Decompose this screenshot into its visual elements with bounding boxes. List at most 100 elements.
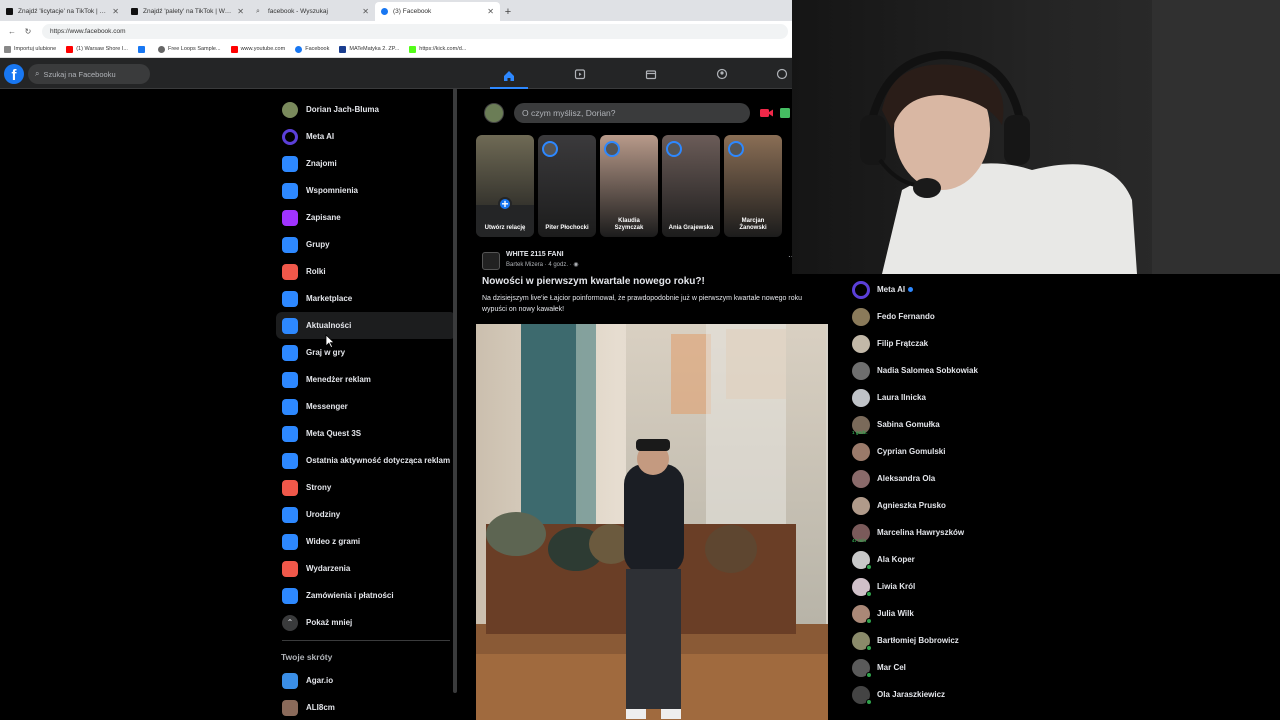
- pages-icon: [282, 479, 298, 496]
- contact-name: Agnieszka Prusko: [877, 501, 946, 510]
- close-icon[interactable]: ✕: [112, 7, 119, 16]
- shortcut-label: ALI8cm: [306, 703, 335, 712]
- close-icon[interactable]: ✕: [487, 7, 494, 16]
- contact-item[interactable]: Julia Wilk: [848, 600, 1148, 627]
- messenger-icon: [282, 398, 298, 415]
- sidebar-item[interactable]: Wydarzenia: [276, 555, 456, 582]
- sidebar-item[interactable]: Rolki: [276, 258, 456, 285]
- contact-item[interactable]: 47 min Marcelina Hawryszków: [848, 519, 1148, 546]
- contact-item[interactable]: Bartłomiej Bobrowicz: [848, 627, 1148, 654]
- sidebar-item[interactable]: Ostatnia aktywność dotycząca reklam: [276, 447, 456, 474]
- sidebar-item[interactable]: Menedżer reklam: [276, 366, 456, 393]
- composer-input[interactable]: O czym myślisz, Dorian?: [514, 102, 750, 123]
- mouse-cursor-icon: [325, 334, 335, 348]
- post-photo[interactable]: [476, 324, 828, 720]
- sidebar-item[interactable]: Zapisane: [276, 204, 456, 231]
- bookmark-item[interactable]: Free Loops Sample...: [157, 45, 221, 53]
- avatar: [282, 101, 298, 118]
- sidebar-item[interactable]: Dorian Jach-Bluma: [276, 96, 456, 123]
- contact-item[interactable]: Ala Koper: [848, 546, 1148, 573]
- search-input[interactable]: ⌕ Szukaj na Facebooku: [28, 64, 150, 84]
- contact-item[interactable]: Cyprian Gomulski: [848, 438, 1148, 465]
- story-card[interactable]: Marcjan Żanowski: [724, 135, 782, 237]
- video-icon[interactable]: [561, 64, 599, 84]
- browser-tab-active[interactable]: (3) Facebook ✕: [375, 2, 500, 21]
- contact-item[interactable]: 1 godz. Sabina Gomułka: [848, 411, 1148, 438]
- reload-icon[interactable]: ↻: [20, 27, 36, 36]
- sidebar-item-label: Zamówienia i płatności: [306, 591, 394, 600]
- sidebar-item[interactable]: Grupy: [276, 231, 456, 258]
- bookmark-label: MATeMatyka 2. ZP...: [349, 46, 400, 52]
- sidebar-item[interactable]: Wspomnienia: [276, 177, 456, 204]
- bookmark-label: Importuj ulubione: [14, 46, 57, 52]
- bookmark-item[interactable]: https://kick.com/d...: [409, 45, 466, 53]
- shortcut-item[interactable]: ALI8cm: [276, 694, 456, 720]
- sidebar-scrollbar[interactable]: [453, 88, 457, 693]
- browser-tab[interactable]: Znajdź 'licytacje' na TikTok | Wyszuk ✕: [0, 2, 125, 21]
- bookmark-item[interactable]: Importuj ulubione: [4, 45, 57, 53]
- avatar: [852, 496, 870, 515]
- create-story-card[interactable]: + Utwórz relację: [476, 135, 534, 237]
- sidebar-item[interactable]: Aktualności: [276, 312, 456, 339]
- contact-item[interactable]: Fedo Fernando: [848, 303, 1148, 330]
- contact-item[interactable]: Meta AI: [848, 276, 1148, 303]
- sidebar-item[interactable]: Graj w gry: [276, 339, 456, 366]
- browser-tab[interactable]: Znajdź 'palety' na TikTok | Wyszuk ✕: [125, 2, 250, 21]
- back-icon[interactable]: ←: [4, 27, 20, 36]
- photo-icon[interactable]: [780, 107, 790, 118]
- sidebar-item[interactable]: Strony: [276, 474, 456, 501]
- sidebar-item-label: Ostatnia aktywność dotycząca reklam: [306, 456, 451, 465]
- contact-item[interactable]: Laura Ilnicka: [848, 384, 1148, 411]
- bookmark-item[interactable]: MATeMatyka 2. ZP...: [339, 45, 400, 53]
- live-video-icon[interactable]: [760, 108, 774, 118]
- sidebar-item[interactable]: Meta Quest 3S: [276, 420, 456, 447]
- sidebar-item[interactable]: Zamówienia i płatności: [276, 582, 456, 609]
- contact-item[interactable]: Aleksandra Ola: [848, 465, 1148, 492]
- story-card[interactable]: Klaudia Szymczak: [600, 135, 658, 237]
- story-card[interactable]: Piter Płochocki: [538, 135, 596, 237]
- browser-tab[interactable]: ⌕ facebook - Wyszukaj ✕: [250, 2, 375, 21]
- sidebar-item-label: Meta AI: [306, 132, 335, 141]
- marketplace-icon[interactable]: [632, 64, 670, 84]
- contact-item[interactable]: Ola Jaraszkiewicz: [848, 681, 1148, 708]
- sidebar-item[interactable]: Meta AI: [276, 123, 456, 150]
- bookmark-item[interactable]: (1) Warsaw Shore I...: [66, 45, 128, 53]
- bookmark-item[interactable]: www.youtube.com: [230, 45, 285, 53]
- shortcuts-heading: Twoje skróty: [281, 652, 333, 662]
- plus-icon[interactable]: +: [498, 197, 512, 211]
- contact-item[interactable]: Liwia Król: [848, 573, 1148, 600]
- sidebar-item[interactable]: ⌃ Pokaż mniej: [276, 609, 456, 636]
- gaming-icon: [282, 344, 298, 361]
- new-tab-button[interactable]: +: [500, 2, 516, 21]
- home-icon[interactable]: [490, 64, 528, 89]
- sidebar-item[interactable]: Marketplace: [276, 285, 456, 312]
- bookmark-item[interactable]: [137, 45, 148, 53]
- contact-name: Mar Cel: [877, 663, 906, 672]
- post-author[interactable]: WHITE 2115 FANI: [506, 251, 564, 258]
- story-card[interactable]: Ania Grajewska: [662, 135, 720, 237]
- sidebar-item[interactable]: Znajomi: [276, 150, 456, 177]
- page-avatar[interactable]: [482, 252, 500, 270]
- shortcut-item[interactable]: Agar.io: [276, 667, 456, 694]
- url-input[interactable]: https://www.facebook.com: [42, 23, 788, 39]
- contact-item[interactable]: Nadia Salomea Sobkowiak: [848, 357, 1148, 384]
- globe-icon: ◉: [573, 262, 579, 268]
- close-icon[interactable]: ✕: [237, 7, 244, 16]
- close-icon[interactable]: ✕: [362, 7, 369, 16]
- facebook-logo[interactable]: f: [4, 64, 24, 84]
- story-name: Ania Grajewska: [668, 225, 714, 231]
- contact-item[interactable]: Agnieszka Prusko: [848, 492, 1148, 519]
- sidebar-item-label: Meta Quest 3S: [306, 429, 362, 438]
- sidebar-item[interactable]: Urodziny: [276, 501, 456, 528]
- groups-icon[interactable]: [703, 64, 741, 84]
- sidebar-item[interactable]: Messenger: [276, 393, 456, 420]
- contact-item[interactable]: Filip Frątczak: [848, 330, 1148, 357]
- avatar[interactable]: [484, 102, 504, 123]
- gaming-icon[interactable]: [772, 64, 792, 84]
- meta-ai-icon: [282, 128, 298, 145]
- sidebar-item[interactable]: Wideo z grami: [276, 528, 456, 555]
- tiktok-icon: [6, 8, 13, 15]
- bookmark-item[interactable]: Facebook: [295, 45, 329, 53]
- reels-icon: [282, 263, 298, 280]
- contact-item[interactable]: Mar Cel: [848, 654, 1148, 681]
